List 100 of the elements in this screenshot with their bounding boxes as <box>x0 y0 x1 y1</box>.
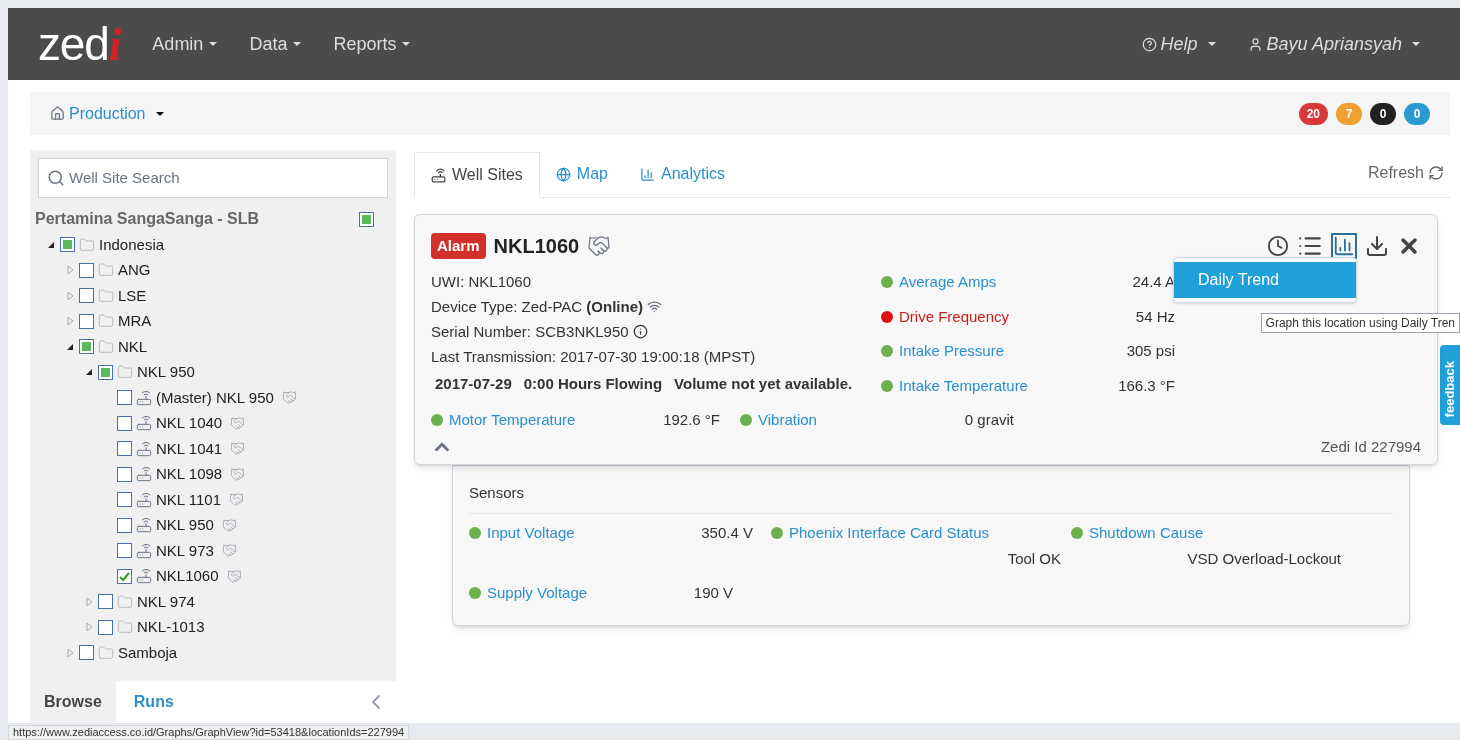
count-badge[interactable]: 20 <box>1298 102 1328 125</box>
device-icon <box>136 517 152 534</box>
logo[interactable]: zedi <box>38 20 121 68</box>
metric-link[interactable]: Intake Temperature <box>899 374 1089 397</box>
refresh-button[interactable]: Refresh <box>1367 161 1444 185</box>
tree-item[interactable]: (Master) NKL 950 <box>32 385 394 411</box>
device-icon <box>136 389 152 406</box>
checkbox[interactable] <box>79 339 94 355</box>
bar-chart-icon <box>639 166 655 182</box>
tree-item[interactable]: NKL 950 <box>32 512 394 538</box>
metric-link[interactable]: Shutdown Cause <box>1089 521 1204 544</box>
nav-menu[interactable]: Data <box>249 30 302 58</box>
checkbox[interactable] <box>79 288 94 304</box>
tree-item[interactable]: NKL-1013 <box>32 614 394 640</box>
tree-item[interactable]: NKL <box>32 334 394 360</box>
checkbox[interactable] <box>79 262 94 278</box>
search-input[interactable]: Well Site Search <box>69 166 379 190</box>
checkbox[interactable] <box>98 594 113 610</box>
content-tab[interactable]: Well Sites <box>414 152 540 198</box>
tree-item[interactable]: NKL 973 <box>32 538 394 564</box>
sidebar-tab[interactable]: Runs <box>115 681 192 723</box>
metric-value: 190 V <box>692 583 733 603</box>
metric-link[interactable]: Phoenix Interface Card Status <box>789 521 990 544</box>
checkbox[interactable] <box>60 237 75 253</box>
flow-text: 2017-07-29 <box>435 374 512 394</box>
sidebar-tab[interactable]: Browse <box>30 681 116 723</box>
status-url-bar: https://www.zediaccess.co.id/Graphs/GraphView?id=53418&locationIds=227994 <box>8 725 410 740</box>
zedi-id-text: Zedi Id 227994 <box>1320 436 1421 457</box>
checkbox[interactable] <box>79 313 94 329</box>
collapse-icon[interactable] <box>86 368 94 377</box>
uwi-text: UWI: NKL1060 <box>431 272 533 292</box>
folder-icon <box>79 236 95 253</box>
clock-icon[interactable] <box>1267 235 1289 257</box>
tree-item[interactable]: NKL1060 <box>32 563 394 589</box>
tree-item[interactable]: NKL 1040 <box>32 410 394 436</box>
tree-label: NKL <box>118 336 148 357</box>
content-tab[interactable]: Map <box>539 151 624 197</box>
checkbox[interactable] <box>117 543 132 559</box>
tree-item[interactable]: NKL 1101 <box>32 487 394 513</box>
help-menu[interactable]: Help <box>1141 30 1216 58</box>
serial-text: Serial Number: SCB3NKL950 <box>431 322 629 342</box>
handshake-icon <box>221 543 237 559</box>
metric-link[interactable]: Drive Frequency <box>899 305 1089 328</box>
tree-item[interactable]: Indonesia <box>32 232 394 258</box>
tree-item[interactable]: NKL 1098 <box>32 461 394 487</box>
metric-value: 350.4 V <box>700 522 753 543</box>
checkbox[interactable] <box>117 441 132 457</box>
handshake-icon <box>229 492 245 508</box>
count-badge[interactable]: 0 <box>1370 102 1396 125</box>
tree-item[interactable]: LSE <box>32 283 394 309</box>
metric-link[interactable]: Input Voltage <box>487 521 677 544</box>
checkbox[interactable] <box>117 415 132 431</box>
device-icon <box>136 491 152 508</box>
checkbox[interactable] <box>117 390 132 406</box>
flow-text: 0:00 Hours Flowing <box>523 374 663 394</box>
checkbox[interactable] <box>117 492 132 508</box>
checkbox[interactable] <box>117 568 132 584</box>
checkbox[interactable] <box>79 645 94 661</box>
nav-menu[interactable]: Reports <box>333 30 411 58</box>
metric-value: VSD Overload-Lockout <box>1187 549 1341 569</box>
tree-label: NKL 973 <box>156 540 214 561</box>
production-link[interactable]: Production <box>50 101 164 126</box>
handshake-icon <box>226 568 242 584</box>
collapse-icon[interactable] <box>67 342 75 351</box>
tree-item[interactable]: NKL 1041 <box>32 436 394 462</box>
tree-label: Indonesia <box>99 234 165 255</box>
metric-link[interactable]: Average Amps <box>899 271 1089 294</box>
tree-item[interactable]: Samboja <box>32 640 394 666</box>
handshake-icon <box>281 390 297 406</box>
tree-item[interactable]: ANG <box>32 257 394 283</box>
folder-icon <box>117 364 133 381</box>
tree-item[interactable]: NKL 950 <box>32 359 394 385</box>
tree-item[interactable]: MRA <box>32 308 394 334</box>
metric-link[interactable]: Supply Voltage <box>487 582 677 605</box>
metric-link[interactable]: Vibration <box>758 409 878 432</box>
caret-icon <box>402 42 411 46</box>
handshake-icon <box>230 466 246 482</box>
metric-value: 0 gravit <box>963 410 1014 430</box>
last-transmission-text: Last Transmission: 2017-07-30 19:00:18 (MPST) <box>431 347 757 367</box>
home-icon <box>50 106 65 121</box>
content-tab[interactable]: Analytics <box>623 151 741 197</box>
tree-label: NKL 1098 <box>156 464 223 484</box>
checkbox[interactable] <box>117 517 132 533</box>
user-menu[interactable]: Bayu Apriansyah <box>1247 30 1420 58</box>
metric-link[interactable]: Motor Temperature <box>449 409 589 432</box>
checkbox[interactable] <box>98 619 113 635</box>
handshake-icon <box>230 441 246 457</box>
tree-label: NKL 950 <box>137 362 195 382</box>
search-field[interactable]: Well Site Search <box>38 158 388 198</box>
help-icon <box>1141 36 1157 52</box>
search-icon <box>47 169 65 187</box>
checkbox[interactable] <box>117 466 132 482</box>
tree-item[interactable]: NKL 974 <box>32 589 394 615</box>
tree-label: ANG <box>118 260 151 280</box>
download-icon[interactable] <box>1365 234 1389 258</box>
checkbox[interactable] <box>98 364 113 380</box>
metric-link[interactable]: Intake Pressure <box>899 340 1089 363</box>
checkbox[interactable] <box>359 211 374 227</box>
nav-menu[interactable]: Admin <box>152 30 218 58</box>
collapse-icon[interactable] <box>48 240 56 249</box>
